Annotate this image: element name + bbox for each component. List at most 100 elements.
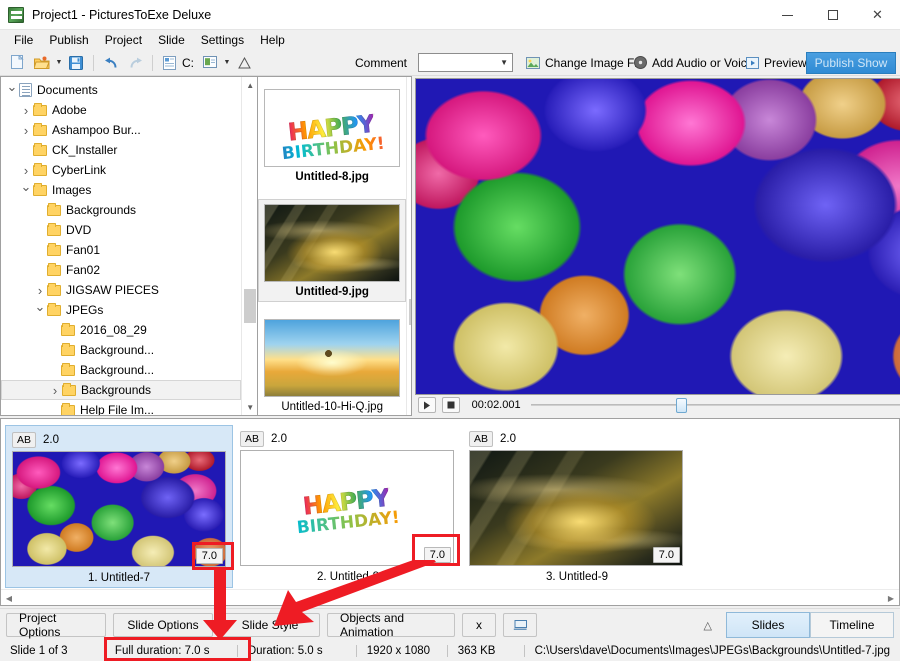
slides-horizontal-scrollbar[interactable]: ◀ ▶ — [1, 589, 899, 605]
slide-item-2[interactable]: AB 2.0 HAPPY BIRTHDAY! 7.0 2. Untitled-8 — [234, 425, 462, 588]
stop-button[interactable] — [441, 397, 460, 413]
chevron-down-icon[interactable] — [19, 182, 33, 198]
tree-item-label: Backgrounds — [66, 203, 137, 217]
slide-art-bday: HAPPY BIRTHDAY! — [241, 451, 453, 565]
minimize-icon — [782, 14, 793, 16]
window-controls: ✕ — [765, 0, 900, 30]
tree-item-documents[interactable]: Documents — [1, 80, 241, 100]
tree-item-label: CK_Installer — [52, 143, 118, 157]
menu-file[interactable]: File — [6, 31, 41, 49]
maximize-button[interactable] — [810, 0, 855, 30]
redo-icon[interactable] — [123, 52, 147, 74]
comment-label: Comment — [355, 55, 408, 70]
tree-item-ck-installer[interactable]: CK_Installer — [1, 140, 241, 160]
tab-slides[interactable]: Slides — [726, 612, 810, 638]
open-folder-icon[interactable] — [30, 52, 54, 74]
tree-item-help-file-im[interactable]: Help File Im... — [1, 400, 241, 415]
chevron-right-icon[interactable] — [19, 163, 33, 178]
file-thumbnail-panel: HAPPY BIRTHDAY! Untitled-8.jpg Untitled-9.j… — [257, 76, 412, 416]
scroll-down-icon[interactable]: ▼ — [242, 399, 257, 415]
tree-item-2016-08-29[interactable]: 2016_08_29 — [1, 320, 241, 340]
slide-ab-value[interactable]: 2.0 — [500, 433, 516, 445]
file-thumbnail-3[interactable]: Untitled-10-Hi-Q.jpg — [258, 315, 406, 415]
slide-item-1[interactable]: AB 2.0 7.0 1. Untitled-7 — [5, 425, 233, 588]
playback-slider[interactable] — [530, 397, 900, 413]
slide-thumbnail: HAPPY BIRTHDAY! 7.0 — [240, 450, 454, 566]
transition-icon[interactable] — [198, 52, 222, 74]
folder-tree[interactable]: Documents Adobe Ashampoo Bur... CK_Installe… — [1, 77, 242, 415]
slide-ab-badge[interactable]: AB — [12, 432, 37, 448]
chevron-right-icon[interactable] — [48, 383, 62, 398]
chevron-right-icon[interactable] — [19, 123, 33, 138]
save-icon[interactable] — [64, 52, 88, 74]
chevron-right-icon[interactable] — [33, 283, 47, 298]
tree-item-images[interactable]: Images — [1, 180, 241, 200]
chevron-down-icon[interactable] — [5, 82, 19, 98]
file-thumbnail-image — [264, 204, 401, 282]
slide-ab-value[interactable]: 2.0 — [43, 434, 59, 446]
folder-icon — [33, 162, 47, 176]
file-thumbnail-2[interactable]: Untitled-9.jpg — [258, 199, 407, 302]
scrollbar-thumb[interactable] — [244, 289, 257, 323]
tab-timeline[interactable]: Timeline — [810, 612, 894, 638]
preview-button[interactable]: Preview — [740, 52, 813, 74]
minimize-button[interactable] — [765, 0, 810, 30]
drive-label: C: — [182, 55, 194, 70]
publish-show-button[interactable]: Publish Show — [806, 52, 896, 74]
slide-ab-badge[interactable]: AB — [240, 431, 265, 447]
tree-item-fan01[interactable]: Fan01 — [1, 240, 241, 260]
slide-duration-badge[interactable]: 7.0 — [652, 547, 680, 563]
slide-duration-badge[interactable]: 7.0 — [423, 547, 451, 563]
undo-icon[interactable] — [99, 52, 123, 74]
menu-project[interactable]: Project — [97, 31, 150, 49]
preview-icon — [746, 56, 759, 69]
folder-icon — [47, 282, 61, 296]
close-button[interactable]: ✕ — [855, 0, 900, 30]
tree-item-background[interactable]: Background... — [1, 340, 241, 360]
monitor-icon-button[interactable] — [503, 613, 537, 637]
menu-settings[interactable]: Settings — [193, 31, 252, 49]
slider-handle[interactable] — [675, 398, 687, 413]
tree-item-backgrounds[interactable]: Backgrounds — [1, 200, 241, 220]
project-options-button[interactable]: Project Options — [6, 611, 106, 639]
slide-list-icon[interactable] — [158, 52, 182, 74]
menu-help[interactable]: Help — [252, 31, 293, 49]
tree-item-adobe[interactable]: Adobe — [1, 100, 241, 120]
thumbnail-art-field — [265, 320, 400, 396]
slide-ab-value[interactable]: 2.0 — [271, 433, 287, 445]
slider-rail — [530, 404, 900, 406]
tree-item-jigsaw-pieces[interactable]: JIGSAW PIECES — [1, 280, 241, 300]
tree-scrollbar[interactable]: ▲ ▼ — [241, 77, 258, 415]
file-thumbnail-list[interactable]: HAPPY BIRTHDAY! Untitled-8.jpg Untitled-9.j… — [258, 77, 407, 415]
slide-duration-badge[interactable]: 7.0 — [195, 548, 223, 564]
new-file-icon[interactable] — [6, 52, 30, 74]
slide-style-button[interactable]: Slide Style — [220, 613, 320, 637]
scroll-right-icon[interactable]: ▶ — [883, 590, 899, 605]
menu-publish[interactable]: Publish — [41, 31, 96, 49]
chevron-right-icon[interactable] — [19, 103, 33, 118]
tree-item-fan02[interactable]: Fan02 — [1, 260, 241, 280]
preview-panel: 00:02.001 00:17 — [411, 76, 900, 416]
chevron-down-icon[interactable] — [33, 302, 47, 318]
tree-item-dvd[interactable]: DVD — [1, 220, 241, 240]
transition-dropdown-caret[interactable]: ▼ — [222, 52, 232, 74]
scroll-up-icon[interactable]: ▲ — [242, 77, 257, 93]
tree-item-ashampoo-bur[interactable]: Ashampoo Bur... — [1, 120, 241, 140]
slide-ab-badge[interactable]: AB — [469, 431, 494, 447]
slide-options-button[interactable]: Slide Options — [113, 613, 213, 637]
file-thumbnail-1[interactable]: HAPPY BIRTHDAY! Untitled-8.jpg — [258, 85, 406, 186]
slide-item-3[interactable]: AB 2.0 7.0 3. Untitled-9 — [463, 425, 691, 588]
tree-item-backgrounds[interactable]: Backgrounds — [1, 380, 242, 400]
scroll-left-icon[interactable]: ◀ — [1, 590, 17, 605]
warning-icon[interactable] — [232, 52, 256, 74]
objects-and-animation-button[interactable]: Objects and Animation — [327, 611, 455, 639]
close-slide-button[interactable]: x — [462, 613, 496, 637]
expand-toggle-icon[interactable]: △ — [704, 619, 712, 632]
open-dropdown-caret[interactable]: ▼ — [54, 52, 64, 74]
play-button[interactable] — [417, 397, 436, 413]
tree-item-cyberlink[interactable]: CyberLink — [1, 160, 241, 180]
menu-slide[interactable]: Slide — [150, 31, 193, 49]
tree-item-background[interactable]: Background... — [1, 360, 241, 380]
tree-item-jpegs[interactable]: JPEGs — [1, 300, 241, 320]
comment-input[interactable]: ▼ — [418, 53, 514, 72]
